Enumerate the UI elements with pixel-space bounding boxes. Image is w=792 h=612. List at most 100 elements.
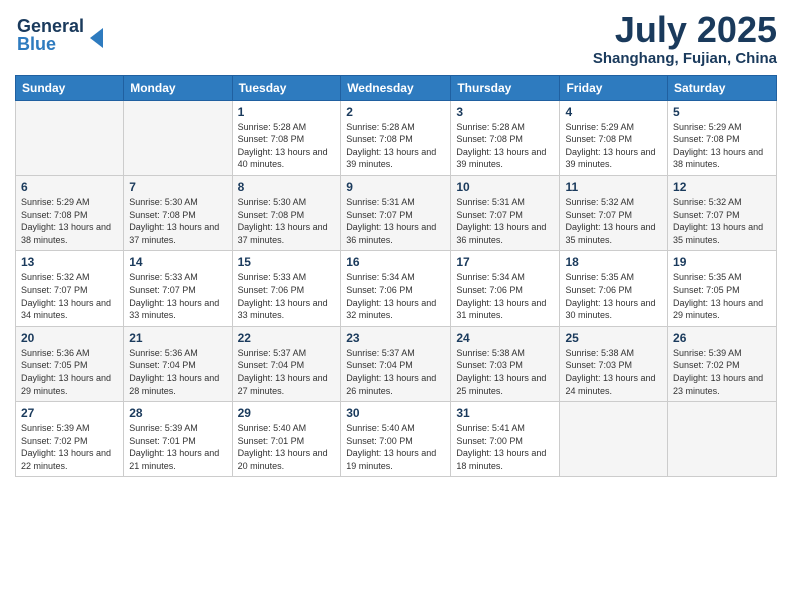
logo-icon: General Blue [15,10,115,58]
day-number: 16 [346,255,445,269]
table-row: 1 Sunrise: 5:28 AMSunset: 7:08 PMDaylight… [232,100,341,175]
table-row: 24 Sunrise: 5:38 AMSunset: 7:03 PMDayligh… [451,326,560,401]
day-number: 7 [129,180,226,194]
day-number: 25 [565,331,662,345]
day-info: Sunrise: 5:32 AMSunset: 7:07 PMDaylight:… [21,271,118,321]
table-row: 10 Sunrise: 5:31 AMSunset: 7:07 PMDayligh… [451,175,560,250]
day-info: Sunrise: 5:39 AMSunset: 7:02 PMDaylight:… [673,347,771,397]
table-row: 21 Sunrise: 5:36 AMSunset: 7:04 PMDayligh… [124,326,232,401]
table-row [668,402,777,477]
day-number: 31 [456,406,554,420]
day-info: Sunrise: 5:38 AMSunset: 7:03 PMDaylight:… [456,347,554,397]
table-row: 16 Sunrise: 5:34 AMSunset: 7:06 PMDayligh… [341,251,451,326]
table-row: 23Sunrise: 5:37 AMSunset: 7:04 PMDayligh… [341,326,451,401]
day-info: Sunrise: 5:29 AMSunset: 7:08 PMDaylight:… [21,196,118,246]
calendar-week-row: 6 Sunrise: 5:29 AMSunset: 7:08 PMDaylight… [16,175,777,250]
calendar-header-row: Sunday Monday Tuesday Wednesday Thursday… [16,75,777,100]
table-row: 18Sunrise: 5:35 AMSunset: 7:06 PMDayligh… [560,251,668,326]
table-row: 15 Sunrise: 5:33 AMSunset: 7:06 PMDayligh… [232,251,341,326]
table-row: 19Sunrise: 5:35 AMSunset: 7:05 PMDayligh… [668,251,777,326]
col-saturday: Saturday [668,75,777,100]
day-info: Sunrise: 5:31 AMSunset: 7:07 PMDaylight:… [456,196,554,246]
day-number: 30 [346,406,445,420]
table-row: 14 Sunrise: 5:33 AMSunset: 7:07 PMDayligh… [124,251,232,326]
table-row [124,100,232,175]
day-info: Sunrise: 5:34 AMSunset: 7:06 PMDaylight:… [456,271,554,321]
day-number: 11 [565,180,662,194]
day-number: 3 [456,105,554,119]
day-number: 20 [21,331,118,345]
day-info: Sunrise: 5:41 AMSunset: 7:00 PMDaylight:… [456,422,554,472]
table-row: 13 Sunrise: 5:32 AMSunset: 7:07 PMDayligh… [16,251,124,326]
day-info: Sunrise: 5:38 AMSunset: 7:03 PMDaylight:… [565,347,662,397]
day-info: Sunrise: 5:34 AMSunset: 7:06 PMDaylight:… [346,271,445,321]
day-info: Sunrise: 5:37 AMSunset: 7:04 PMDaylight:… [346,347,445,397]
day-info: Sunrise: 5:31 AMSunset: 7:07 PMDaylight:… [346,196,445,246]
calendar: Sunday Monday Tuesday Wednesday Thursday… [15,75,777,478]
day-info: Sunrise: 5:33 AMSunset: 7:06 PMDaylight:… [238,271,336,321]
logo: General Blue [15,10,115,63]
day-info: Sunrise: 5:29 AMSunset: 7:08 PMDaylight:… [673,121,771,171]
day-number: 1 [238,105,336,119]
day-info: Sunrise: 5:36 AMSunset: 7:05 PMDaylight:… [21,347,118,397]
day-number: 14 [129,255,226,269]
svg-text:General: General [17,16,84,36]
day-info: Sunrise: 5:35 AMSunset: 7:05 PMDaylight:… [673,271,771,321]
table-row: 20 Sunrise: 5:36 AMSunset: 7:05 PMDayligh… [16,326,124,401]
calendar-week-row: 1 Sunrise: 5:28 AMSunset: 7:08 PMDaylight… [16,100,777,175]
day-info: Sunrise: 5:28 AMSunset: 7:08 PMDaylight:… [238,121,336,171]
day-info: Sunrise: 5:39 AMSunset: 7:01 PMDaylight:… [129,422,226,472]
table-row: 6 Sunrise: 5:29 AMSunset: 7:08 PMDaylight… [16,175,124,250]
location: Shanghang, Fujian, China [593,50,777,67]
col-friday: Friday [560,75,668,100]
title-block: July 2025 Shanghang, Fujian, China [593,10,777,67]
day-info: Sunrise: 5:40 AMSunset: 7:01 PMDaylight:… [238,422,336,472]
day-info: Sunrise: 5:28 AMSunset: 7:08 PMDaylight:… [456,121,554,171]
day-info: Sunrise: 5:40 AMSunset: 7:00 PMDaylight:… [346,422,445,472]
table-row: 17 Sunrise: 5:34 AMSunset: 7:06 PMDayligh… [451,251,560,326]
table-row: 3 Sunrise: 5:28 AMSunset: 7:08 PMDaylight… [451,100,560,175]
table-row: 29 Sunrise: 5:40 AMSunset: 7:01 PMDayligh… [232,402,341,477]
table-row: 2 Sunrise: 5:28 AMSunset: 7:08 PMDaylight… [341,100,451,175]
col-thursday: Thursday [451,75,560,100]
table-row [560,402,668,477]
table-row: 5 Sunrise: 5:29 AMSunset: 7:08 PMDaylight… [668,100,777,175]
day-info: Sunrise: 5:37 AMSunset: 7:04 PMDaylight:… [238,347,336,397]
table-row: 25 Sunrise: 5:38 AMSunset: 7:03 PMDayligh… [560,326,668,401]
day-number: 2 [346,105,445,119]
day-number: 8 [238,180,336,194]
day-info: Sunrise: 5:36 AMSunset: 7:04 PMDaylight:… [129,347,226,397]
day-number: 13 [21,255,118,269]
day-number: 21 [129,331,226,345]
day-number: 18 [565,255,662,269]
col-monday: Monday [124,75,232,100]
table-row [16,100,124,175]
day-number: 4 [565,105,662,119]
table-row: 28Sunrise: 5:39 AMSunset: 7:01 PMDayligh… [124,402,232,477]
day-number: 17 [456,255,554,269]
day-number: 24 [456,331,554,345]
day-info: Sunrise: 5:33 AMSunset: 7:07 PMDaylight:… [129,271,226,321]
table-row: 8 Sunrise: 5:30 AMSunset: 7:08 PMDaylight… [232,175,341,250]
day-number: 9 [346,180,445,194]
table-row: 31 Sunrise: 5:41 AMSunset: 7:00 PMDayligh… [451,402,560,477]
day-info: Sunrise: 5:39 AMSunset: 7:02 PMDaylight:… [21,422,118,472]
day-number: 5 [673,105,771,119]
day-number: 6 [21,180,118,194]
day-number: 10 [456,180,554,194]
table-row: 12Sunrise: 5:32 AMSunset: 7:07 PMDayligh… [668,175,777,250]
day-number: 27 [21,406,118,420]
col-sunday: Sunday [16,75,124,100]
day-number: 12 [673,180,771,194]
calendar-week-row: 13 Sunrise: 5:32 AMSunset: 7:07 PMDayligh… [16,251,777,326]
day-number: 22 [238,331,336,345]
day-info: Sunrise: 5:28 AMSunset: 7:08 PMDaylight:… [346,121,445,171]
day-info: Sunrise: 5:32 AMSunset: 7:07 PMDaylight:… [565,196,662,246]
col-tuesday: Tuesday [232,75,341,100]
day-number: 15 [238,255,336,269]
day-info: Sunrise: 5:30 AMSunset: 7:08 PMDaylight:… [129,196,226,246]
day-number: 29 [238,406,336,420]
table-row: 27 Sunrise: 5:39 AMSunset: 7:02 PMDayligh… [16,402,124,477]
day-info: Sunrise: 5:30 AMSunset: 7:08 PMDaylight:… [238,196,336,246]
table-row: 9 Sunrise: 5:31 AMSunset: 7:07 PMDaylight… [341,175,451,250]
